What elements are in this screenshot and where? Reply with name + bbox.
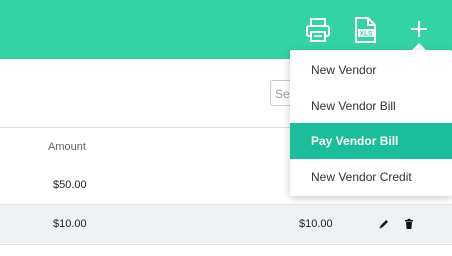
amount-cell: $10.00 [299, 218, 333, 230]
menu-item-new-vendor[interactable]: New Vendor [290, 52, 452, 88]
amount-cell: $50.00 [53, 179, 87, 191]
column-header-amount: Amount [48, 141, 86, 153]
add-dropdown-menu: New Vendor New Vendor Bill Pay Vendor Bi… [290, 50, 452, 196]
table-row[interactable]: $10.00 $10.00 [0, 205, 452, 243]
menu-item-new-vendor-bill[interactable]: New Vendor Bill [290, 88, 452, 124]
xls-export-icon[interactable]: XLS [353, 16, 379, 44]
trash-icon[interactable] [403, 218, 415, 230]
plus-icon[interactable] [408, 18, 430, 40]
menu-item-pay-vendor-bill[interactable]: Pay Vendor Bill [290, 123, 452, 159]
printer-icon[interactable] [305, 16, 331, 44]
row-divider [0, 244, 452, 245]
edit-pencil-icon[interactable] [378, 218, 390, 230]
menu-item-new-vendor-credit[interactable]: New Vendor Credit [290, 159, 452, 195]
xls-label: XLS [360, 31, 373, 38]
amount-cell: $10.00 [53, 218, 87, 230]
